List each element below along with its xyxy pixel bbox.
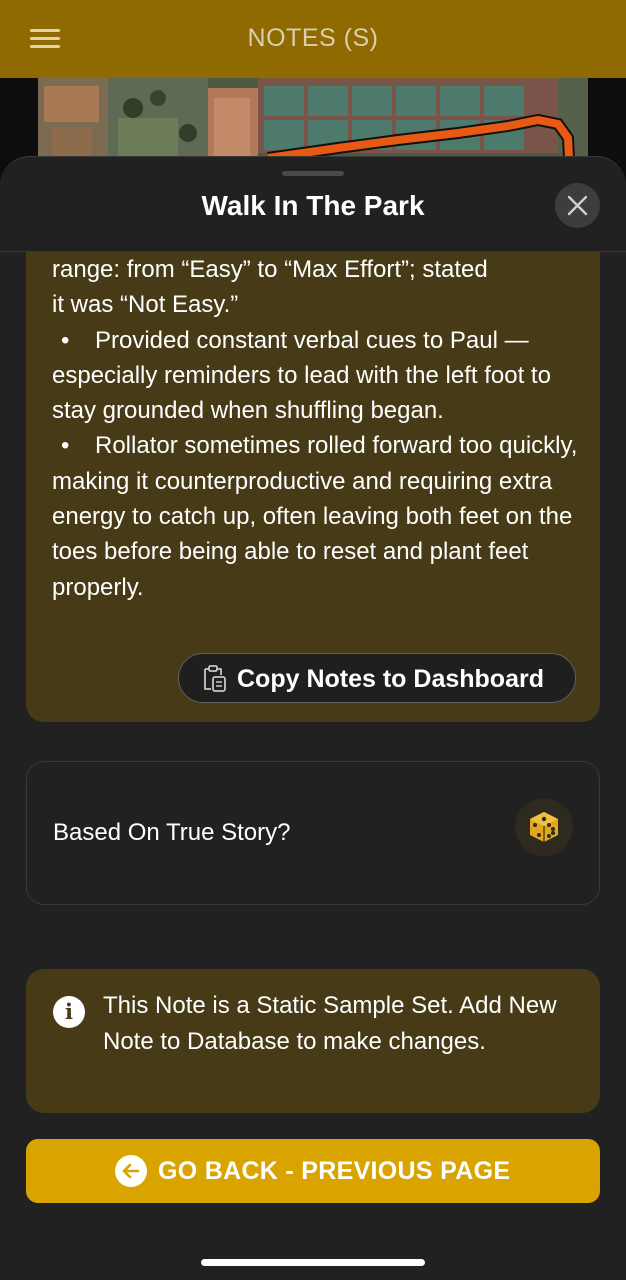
dice-button[interactable]: [515, 798, 573, 856]
info-banner: i This Note is a Static Sample Set. Add …: [26, 969, 600, 1113]
note-detail-sheet: Walk In The Park range: from “Easy” to “…: [0, 156, 626, 1280]
dice-icon: [530, 812, 558, 842]
notes-line: it was “Not Easy.”: [52, 291, 239, 319]
bullet-text: Rollator sometimes rolled forward too qu…: [52, 432, 578, 601]
notes-card: range: from “Easy” to “Max Effort”; stat…: [26, 252, 600, 722]
sheet-title: Walk In The Park: [201, 190, 425, 221]
bullet-marker: •: [61, 432, 70, 460]
notes-text: range: from “Easy” to “Max Effort”; stat…: [52, 252, 582, 605]
arrow-left-icon: [115, 1155, 147, 1187]
go-back-label: GO BACK - PREVIOUS PAGE: [158, 1157, 511, 1185]
info-text: This Note is a Static Sample Set. Add Ne…: [103, 992, 557, 1055]
bullet-marker: •: [61, 326, 70, 354]
info-icon: i: [53, 996, 85, 1028]
true-story-label: Based On True Story?: [53, 819, 291, 846]
sheet-grab-handle[interactable]: [282, 171, 344, 176]
copy-notes-label: Copy Notes to Dashboard: [237, 665, 544, 693]
notes-bullet-item: • Provided constant verbal cues to Paul —…: [52, 323, 582, 429]
notes-line: range: from “Easy” to “Max Effort”; stat…: [52, 256, 488, 283]
close-button[interactable]: [555, 183, 600, 228]
page-title: NOTES (S): [247, 24, 379, 52]
copy-notes-button[interactable]: Copy Notes to Dashboard: [178, 653, 576, 703]
home-indicator[interactable]: [201, 1259, 425, 1266]
info-glyph: i: [65, 999, 73, 1024]
close-icon: [567, 195, 588, 216]
app-bar: NOTES (S): [0, 0, 626, 78]
go-back-button[interactable]: GO BACK - PREVIOUS PAGE: [26, 1139, 600, 1203]
bullet-text: Provided constant verbal cues to Paul —e…: [52, 326, 551, 425]
true-story-card: Based On True Story?: [26, 761, 600, 905]
notes-bullet-item: • Rollator sometimes rolled forward too q…: [52, 428, 582, 604]
clipboard-icon: [204, 665, 226, 692]
